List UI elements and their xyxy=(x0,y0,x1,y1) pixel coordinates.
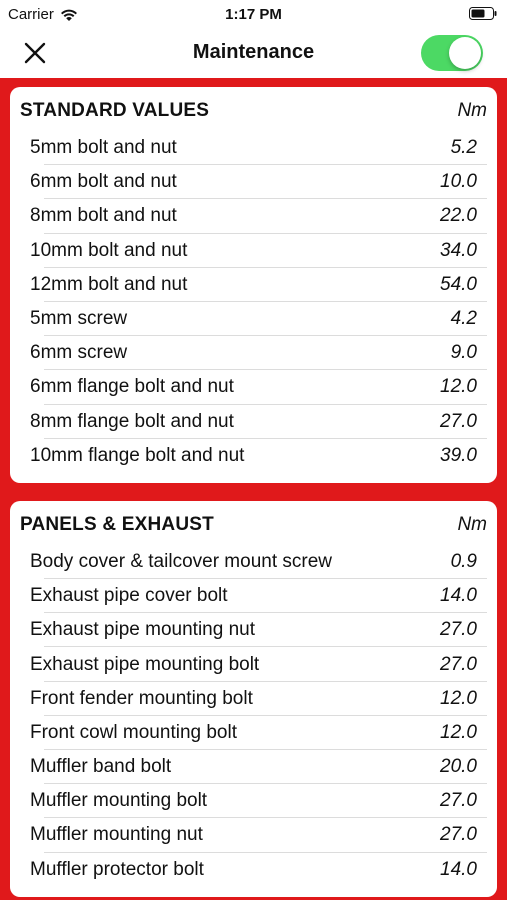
section-title: PANELS & EXHAUST xyxy=(20,513,214,535)
torque-value: 10.0 xyxy=(440,171,477,193)
list-item[interactable]: 10mm flange bolt and nut 39.0 xyxy=(10,439,497,473)
list-item[interactable]: 8mm flange bolt and nut 27.0 xyxy=(10,405,497,439)
torque-value: 54.0 xyxy=(440,273,477,295)
torque-value: 27.0 xyxy=(440,619,477,641)
item-label: Front cowl mounting bolt xyxy=(30,721,237,743)
torque-value: 34.0 xyxy=(440,239,477,261)
list-item[interactable]: 8mm bolt and nut 22.0 xyxy=(10,199,497,234)
section-card-standard-values: STANDARD VALUES Nm 5mm bolt and nut 5.2 6m… xyxy=(10,87,497,483)
torque-value: 9.0 xyxy=(450,342,477,364)
torque-value: 14.0 xyxy=(440,585,477,607)
torque-value: 14.0 xyxy=(440,858,477,880)
section-unit: Nm xyxy=(457,100,487,121)
item-label: Body cover & tailcover mount screw xyxy=(30,550,333,572)
item-label: 8mm bolt and nut xyxy=(30,205,177,227)
list-item[interactable]: Muffler mounting nut 27.0 xyxy=(10,818,497,853)
item-label: Front fender mounting bolt xyxy=(30,687,253,709)
torque-value: 27.0 xyxy=(440,653,477,675)
torque-value: 39.0 xyxy=(440,444,477,466)
item-label: 6mm screw xyxy=(30,342,128,364)
list-item[interactable]: 6mm screw 9.0 xyxy=(10,336,497,371)
torque-value: 22.0 xyxy=(440,205,477,227)
list-item[interactable]: Muffler mounting bolt 27.0 xyxy=(10,784,497,819)
item-label: 12mm bolt and nut xyxy=(30,273,188,295)
battery-icon xyxy=(469,7,497,20)
list-item[interactable]: 5mm bolt and nut 5.2 xyxy=(10,131,497,166)
toggle-knob xyxy=(449,37,481,69)
item-label: 10mm bolt and nut xyxy=(30,239,188,261)
torque-value: 12.0 xyxy=(440,687,477,709)
section-header: STANDARD VALUES Nm xyxy=(10,97,497,125)
list-item[interactable]: Exhaust pipe mounting nut 27.0 xyxy=(10,613,497,648)
torque-value: 4.2 xyxy=(450,308,477,330)
torque-value: 20.0 xyxy=(440,756,477,778)
item-label: 5mm bolt and nut xyxy=(30,137,177,159)
list-item[interactable]: 12mm bolt and nut 54.0 xyxy=(10,268,497,303)
item-label: Exhaust pipe mounting nut xyxy=(30,619,255,641)
torque-list: 5mm bolt and nut 5.2 6mm bolt and nut 10.0 8… xyxy=(10,131,497,473)
item-label: Muffler mounting nut xyxy=(30,824,203,846)
section-unit: Nm xyxy=(457,513,487,535)
status-bar: Carrier 1:17 PM xyxy=(0,0,507,28)
list-item[interactable]: 5mm screw 4.2 xyxy=(10,302,497,337)
item-label: 8mm flange bolt and nut xyxy=(30,410,234,432)
section-card-panels-exhaust: PANELS & EXHAUST Nm Body cover & tailcov… xyxy=(10,500,497,897)
item-label: 5mm screw xyxy=(30,308,128,330)
list-item[interactable]: Front fender mounting bolt 12.0 xyxy=(10,682,497,717)
list-item[interactable]: 10mm bolt and nut 34.0 xyxy=(10,234,497,268)
item-label: Exhaust pipe cover bolt xyxy=(30,585,228,607)
list-item[interactable]: Front cowl mounting bolt 12.0 xyxy=(10,716,497,751)
item-label: 6mm bolt and nut xyxy=(30,171,177,193)
section-title: STANDARD VALUES xyxy=(20,100,210,121)
navigation-bar: Maintenance xyxy=(0,28,507,78)
item-label: 10mm flange bolt and nut xyxy=(30,444,245,466)
item-label: 6mm flange bolt and nut xyxy=(30,376,234,398)
torque-value: 12.0 xyxy=(440,721,477,743)
list-item[interactable]: Muffler band bolt 20.0 xyxy=(10,750,497,785)
section-header: PANELS & EXHAUST Nm xyxy=(10,511,497,539)
item-label: Exhaust pipe mounting bolt xyxy=(30,653,260,675)
status-time: 1:17 PM xyxy=(225,6,282,23)
list-item[interactable]: Exhaust pipe mounting bolt 27.0 xyxy=(10,647,497,682)
torque-value: 5.2 xyxy=(450,137,477,159)
item-label: Muffler mounting bolt xyxy=(30,790,208,812)
item-label: Muffler protector bolt xyxy=(30,858,204,880)
list-item[interactable]: Exhaust pipe cover bolt 14.0 xyxy=(10,579,497,614)
torque-value: 27.0 xyxy=(440,790,477,812)
torque-value: 12.0 xyxy=(440,376,477,398)
torque-value: 27.0 xyxy=(440,824,477,846)
content-area[interactable]: STANDARD VALUES Nm 5mm bolt and nut 5.2 6m… xyxy=(0,78,507,900)
list-item[interactable]: 6mm bolt and nut 10.0 xyxy=(10,165,497,200)
list-item[interactable]: Muffler protector bolt 14.0 xyxy=(10,853,497,887)
torque-list: Body cover & tailcover mount screw 0.9 Exh… xyxy=(10,545,497,887)
torque-value: 0.9 xyxy=(450,550,477,572)
maintenance-toggle[interactable] xyxy=(421,35,483,71)
torque-value: 27.0 xyxy=(440,410,477,432)
list-item[interactable]: Body cover & tailcover mount screw 0.9 xyxy=(10,545,497,580)
item-label: Muffler band bolt xyxy=(30,756,172,778)
list-item[interactable]: 6mm flange bolt and nut 12.0 xyxy=(10,370,497,405)
